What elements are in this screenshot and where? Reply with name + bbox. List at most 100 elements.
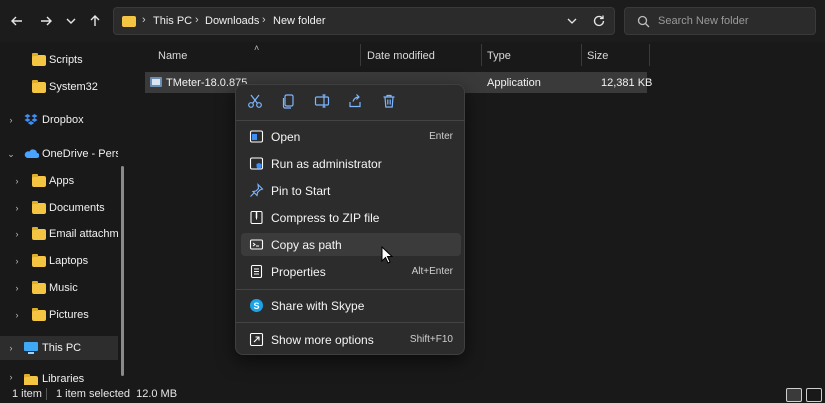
menu-item-label: Pin to Start (271, 184, 331, 198)
menu-item-copy-as-path[interactable]: Copy as path (241, 233, 461, 256)
chevron-down-icon[interactable]: ⌄ (6, 149, 16, 160)
column-header-type[interactable]: Type (487, 50, 511, 62)
folder-icon (32, 80, 46, 93)
sidebar-item-libraries[interactable]: › Libraries (0, 370, 118, 385)
share-icon[interactable] (347, 93, 363, 109)
menu-item-open[interactable]: Open Enter (241, 125, 461, 148)
sidebar-item-this-pc[interactable]: › This PC (0, 336, 118, 360)
sidebar-item-documents[interactable]: › Documents (0, 196, 118, 220)
arrow-left-icon[interactable] (6, 10, 28, 32)
menu-item-pin-to-start[interactable]: Pin to Start (241, 179, 461, 202)
navigation-pane: Scripts System32 › Dropbox ⌄ OneDrive - … (0, 42, 124, 385)
copy-path-icon (249, 237, 264, 252)
menu-divider (236, 120, 465, 121)
context-menu: Open Enter Run as administrator Pin to S… (235, 84, 465, 355)
chevron-right-icon[interactable]: › (12, 310, 22, 320)
chevron-right-icon[interactable]: › (12, 203, 22, 213)
menu-item-label: Run as administrator (271, 157, 382, 171)
arrow-up-icon[interactable] (84, 10, 106, 32)
sidebar-item-label: System32 (49, 81, 98, 93)
pin-icon (249, 182, 264, 198)
sidebar-item-email-attachments[interactable]: › Email attachme (0, 222, 118, 246)
address-bar[interactable]: › This PC › Downloads › New folder (113, 7, 615, 35)
menu-divider (236, 322, 465, 323)
svg-text:S: S (253, 301, 259, 311)
shield-icon (249, 156, 264, 171)
folder-icon (32, 227, 46, 240)
menu-item-properties[interactable]: Properties Alt+Enter (241, 260, 461, 283)
chevron-right-icon[interactable]: › (12, 283, 22, 293)
column-divider[interactable] (649, 44, 650, 66)
refresh-icon[interactable] (592, 14, 606, 31)
chevron-down-icon[interactable] (60, 10, 82, 32)
file-list: ˄ Name Date modified Type Size TMeter-18… (124, 42, 825, 385)
folder-icon (32, 53, 46, 66)
chevron-down-icon[interactable] (566, 15, 578, 30)
sidebar-item-dropbox[interactable]: › Dropbox (0, 108, 118, 132)
chevron-right-icon[interactable]: › (6, 115, 16, 125)
menu-item-show-more-options[interactable]: Show more options Shift+F10 (241, 328, 461, 351)
chevron-right-icon[interactable]: › (12, 176, 22, 186)
column-header-date[interactable]: Date modified (367, 50, 435, 62)
selection-info: 1 item selected 12.0 MB (56, 388, 178, 400)
sidebar-item-label: Laptops (49, 255, 89, 267)
sidebar-item-apps[interactable]: › Apps (0, 169, 118, 193)
column-header-size[interactable]: Size (587, 50, 608, 62)
menu-item-share-with-skype[interactable]: S Share with Skype (241, 294, 461, 317)
folder-icon (122, 16, 136, 27)
folder-icon (32, 201, 46, 214)
sidebar-item-laptops[interactable]: › Laptops (0, 249, 118, 273)
sidebar-item-label: Scripts (49, 54, 83, 66)
sidebar-item-label: Documents (49, 202, 105, 214)
open-icon (249, 129, 264, 144)
menu-item-compress-to-zip[interactable]: Compress to ZIP file (241, 206, 461, 229)
sort-ascending-icon: ˄ (254, 43, 260, 53)
onedrive-icon (23, 149, 40, 162)
chevron-right-icon[interactable]: › (6, 372, 16, 382)
skype-icon: S (249, 298, 264, 313)
search-box[interactable]: Search New folder (624, 7, 816, 35)
rename-icon[interactable] (314, 93, 330, 109)
folder-icon (32, 174, 46, 187)
column-divider[interactable] (360, 44, 361, 66)
sidebar-item-music[interactable]: › Music (0, 276, 118, 300)
column-divider[interactable] (581, 44, 582, 66)
navigation-bar: › This PC › Downloads › New folder Searc… (0, 0, 825, 42)
chevron-right-icon[interactable]: › (12, 256, 22, 266)
arrow-right-icon[interactable] (35, 10, 57, 32)
menu-item-label: Share with Skype (271, 299, 365, 313)
search-input[interactable]: Search New folder (658, 15, 749, 27)
cut-icon[interactable] (247, 93, 263, 109)
more-options-icon (249, 332, 264, 347)
menu-item-label: Properties (271, 265, 326, 279)
menu-item-shortcut: Alt+Enter (411, 266, 453, 277)
status-divider (46, 388, 47, 400)
details-view-icon[interactable] (786, 388, 802, 402)
column-header-name[interactable]: Name (158, 50, 187, 62)
delete-icon[interactable] (381, 93, 397, 109)
menu-divider (236, 289, 465, 290)
menu-item-run-as-administrator[interactable]: Run as administrator (241, 152, 461, 175)
sidebar-item-system32[interactable]: System32 (0, 75, 118, 99)
folder-icon (32, 308, 46, 321)
breadcrumb-new-folder[interactable]: New folder (273, 15, 326, 27)
breadcrumb-downloads[interactable]: Downloads (205, 15, 259, 27)
copy-icon[interactable] (281, 93, 297, 109)
quick-actions-bar (236, 85, 466, 118)
chevron-right-icon[interactable]: › (6, 343, 16, 353)
sidebar-item-onedrive[interactable]: ⌄ OneDrive - Perso (0, 142, 118, 166)
sidebar-item-label: OneDrive - Perso (42, 148, 118, 160)
library-icon (24, 374, 38, 385)
chevron-right-icon[interactable]: › (12, 229, 22, 239)
zip-icon (249, 210, 264, 225)
sidebar-item-label: This PC (42, 342, 82, 354)
menu-item-shortcut: Shift+F10 (409, 334, 453, 345)
tiles-view-icon[interactable] (806, 388, 822, 402)
column-divider[interactable] (481, 44, 482, 66)
search-icon (637, 15, 650, 31)
breadcrumb-this-pc[interactable]: This PC (153, 15, 192, 27)
menu-item-label: Compress to ZIP file (271, 211, 380, 225)
sidebar-item-scripts[interactable]: Scripts (0, 48, 118, 72)
sidebar-item-label: Libraries (42, 373, 85, 385)
sidebar-item-pictures[interactable]: › Pictures (0, 303, 118, 327)
